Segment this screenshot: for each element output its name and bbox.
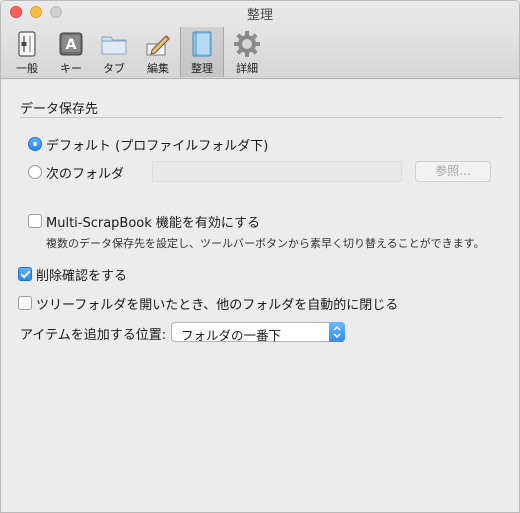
custom-folder-radio[interactable] bbox=[28, 165, 42, 179]
default-location-label[interactable]: デフォルト (プロファイルフォルダ下) bbox=[46, 135, 268, 154]
section-divider bbox=[20, 117, 503, 118]
default-location-radio[interactable] bbox=[28, 137, 42, 151]
add-position-label: アイテムを追加する位置: bbox=[20, 328, 167, 343]
folder-icon bbox=[101, 36, 127, 55]
toolbar-keys[interactable]: A キー bbox=[50, 27, 92, 77]
popup-arrows-icon bbox=[329, 322, 345, 342]
data-location-title: データ保存先 bbox=[20, 102, 99, 117]
toolbar-tabs-label: タブ bbox=[103, 62, 125, 75]
toolbar-organize-label: 整理 bbox=[191, 62, 213, 75]
notebook-icon bbox=[192, 31, 212, 57]
folder-path-field[interactable] bbox=[152, 161, 402, 182]
window-title: 整理 bbox=[246, 8, 273, 23]
key-icon: A bbox=[59, 32, 83, 56]
toolbar-general-label: 一般 bbox=[16, 62, 38, 75]
auto-close-folders-checkbox[interactable] bbox=[18, 296, 32, 310]
toolbar-edit[interactable]: 編集 bbox=[137, 27, 179, 77]
confirm-delete-checkbox[interactable] bbox=[18, 267, 32, 281]
toolbar-advanced-label: 詳細 bbox=[236, 62, 258, 75]
auto-close-folders-label[interactable]: ツリーフォルダを開いたとき、他のフォルダを自動的に閉じる bbox=[36, 294, 398, 313]
pencil-icon bbox=[146, 35, 170, 56]
toolbar-keys-label: キー bbox=[60, 62, 82, 75]
svg-text:A: A bbox=[66, 37, 77, 53]
gear-icon bbox=[234, 31, 260, 57]
preferences-window: 整理 一般 A キー タブ 編集 整理 詳細 データ保存先 デフォルト (プロフ… bbox=[0, 0, 520, 513]
toolbar-organize[interactable]: 整理 bbox=[180, 27, 224, 77]
add-position-value: フォルダの一番下 bbox=[181, 328, 282, 343]
switch-icon bbox=[18, 31, 36, 57]
multi-scrapbook-description: 複数のデータ保存先を設定し、ツールバーボタンから素早く切り替えることができます。 bbox=[46, 237, 485, 250]
confirm-delete-label[interactable]: 削除確認をする bbox=[36, 265, 127, 284]
titlebar: 整理 一般 A キー タブ 編集 整理 詳細 bbox=[1, 1, 519, 79]
toolbar-general[interactable]: 一般 bbox=[6, 27, 48, 77]
toolbar-advanced[interactable]: 詳細 bbox=[226, 27, 268, 77]
toolbar-edit-label: 編集 bbox=[147, 62, 169, 75]
multi-scrapbook-checkbox[interactable] bbox=[28, 214, 42, 228]
multi-scrapbook-label[interactable]: Multi-ScrapBook 機能を有効にする bbox=[46, 212, 260, 231]
browse-button[interactable]: 参照... bbox=[415, 161, 491, 182]
custom-folder-label[interactable]: 次のフォルダ bbox=[46, 163, 124, 182]
add-position-select[interactable]: フォルダの一番下 bbox=[171, 322, 345, 343]
toolbar-tabs[interactable]: タブ bbox=[93, 27, 135, 77]
